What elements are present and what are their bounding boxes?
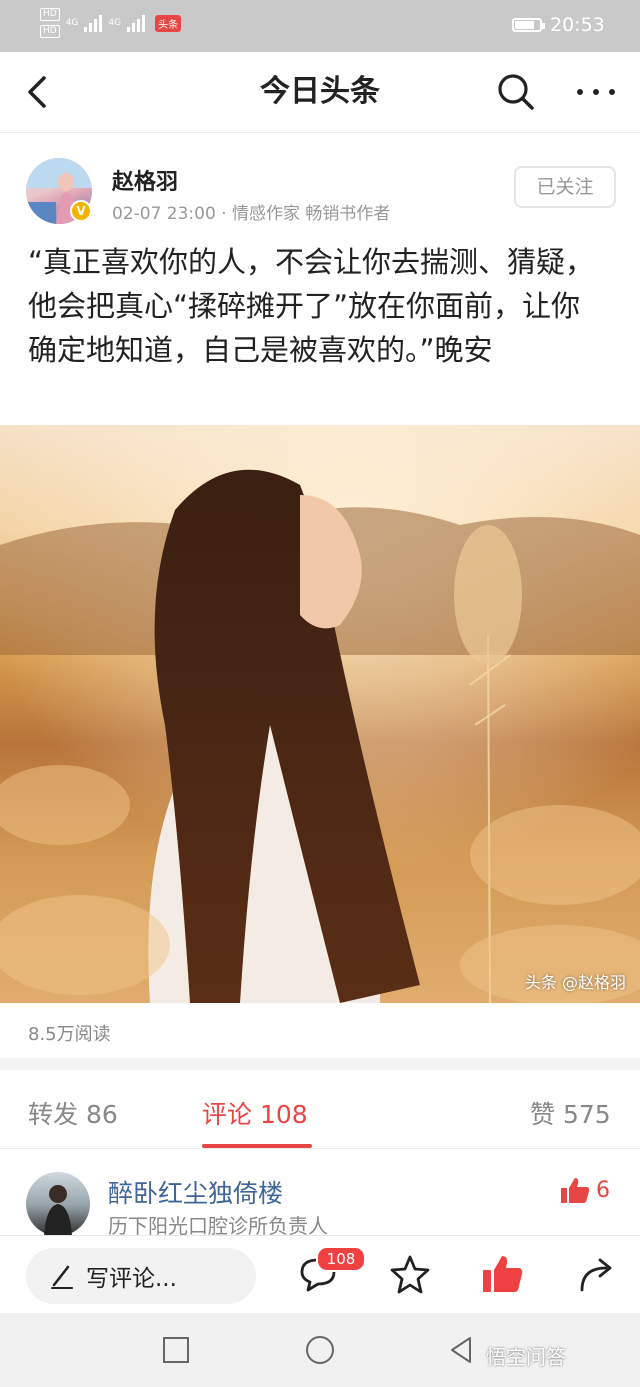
home-button[interactable] xyxy=(304,1334,336,1366)
post-image[interactable]: 头条 @赵格羽 xyxy=(0,425,640,1003)
signal-icon xyxy=(84,14,103,32)
circle-icon xyxy=(306,1336,334,1364)
bottom-action-bar: 写评论... 108 xyxy=(0,1235,640,1314)
favorite-button[interactable] xyxy=(388,1252,432,1296)
battery-icon xyxy=(512,18,545,32)
triangle-left-icon xyxy=(451,1337,471,1363)
commenter-photo xyxy=(44,1185,72,1236)
network-indicator: 4G xyxy=(65,18,79,28)
battery-level xyxy=(515,21,535,29)
signal-icon-2 xyxy=(127,14,146,32)
commenter-name[interactable]: 醉卧红尘独倚楼 xyxy=(108,1174,283,1210)
status-time: 20:53 xyxy=(550,14,605,36)
back-button[interactable] xyxy=(20,72,60,112)
like-button[interactable] xyxy=(480,1252,524,1296)
search-icon xyxy=(498,74,534,110)
commenter-avatar[interactable] xyxy=(26,1172,90,1236)
comment-count-badge: 108 xyxy=(316,1246,366,1272)
status-bar: HD HD 4G 4G 头条 20:53 xyxy=(0,0,640,52)
thumbs-up-icon xyxy=(561,1178,590,1203)
chevron-left-icon xyxy=(28,76,46,108)
author-meta: 02-07 23:00 · 情感作家 畅销书作者 xyxy=(112,204,391,224)
network-indicator-2: 4G xyxy=(108,18,122,28)
star-icon xyxy=(390,1255,430,1294)
post-text: “真正喜欢你的人，不会让你去揣测、猜疑，他会把真心“揉碎摊开了”放在你面前，让你… xyxy=(28,245,595,367)
post-photo xyxy=(0,425,640,1003)
status-bar-left: HD HD 4G 4G 头条 xyxy=(40,8,182,38)
wukong-watermark: 悟空问答 xyxy=(486,1345,566,1369)
tab-forward[interactable]: 转发 86 xyxy=(28,1095,118,1131)
follow-button[interactable]: 已关注 xyxy=(514,166,616,208)
author-name[interactable]: 赵格羽 xyxy=(112,164,178,196)
back-nav-button[interactable] xyxy=(446,1334,478,1366)
top-nav-bar: 今日头条 xyxy=(0,52,640,133)
toutiao-notification-icon: 头条 xyxy=(155,14,182,32)
image-watermark: 头条 @赵格羽 xyxy=(524,973,626,992)
pencil-icon xyxy=(51,1265,73,1289)
more-button[interactable] xyxy=(572,70,620,114)
comment-like-count: 6 xyxy=(596,1177,610,1203)
recents-button[interactable] xyxy=(160,1334,192,1366)
section-divider xyxy=(0,1058,640,1070)
tabs-border xyxy=(0,1148,640,1149)
search-button[interactable] xyxy=(494,70,538,114)
comment-like-button[interactable]: 6 xyxy=(560,1176,610,1204)
write-comment-placeholder: 写评论... xyxy=(86,1266,177,1292)
hd-indicator: HD xyxy=(40,8,60,21)
share-button[interactable] xyxy=(574,1252,618,1296)
tab-comments[interactable]: 评论 108 xyxy=(202,1095,308,1131)
read-count: 8.5万阅读 xyxy=(28,1024,111,1045)
square-icon xyxy=(163,1337,189,1363)
page-title: 今日头条 xyxy=(260,74,380,109)
system-nav-bar: 悟空问答 xyxy=(0,1313,640,1387)
verified-badge-icon: V xyxy=(70,200,92,222)
more-horizontal-icon xyxy=(577,89,615,95)
share-icon xyxy=(580,1258,612,1292)
hd-indicator-2: HD xyxy=(40,25,60,38)
write-comment-input[interactable]: 写评论... xyxy=(26,1248,256,1304)
tab-likes[interactable]: 赞 575 xyxy=(530,1095,611,1131)
thumbs-up-icon xyxy=(483,1256,523,1292)
